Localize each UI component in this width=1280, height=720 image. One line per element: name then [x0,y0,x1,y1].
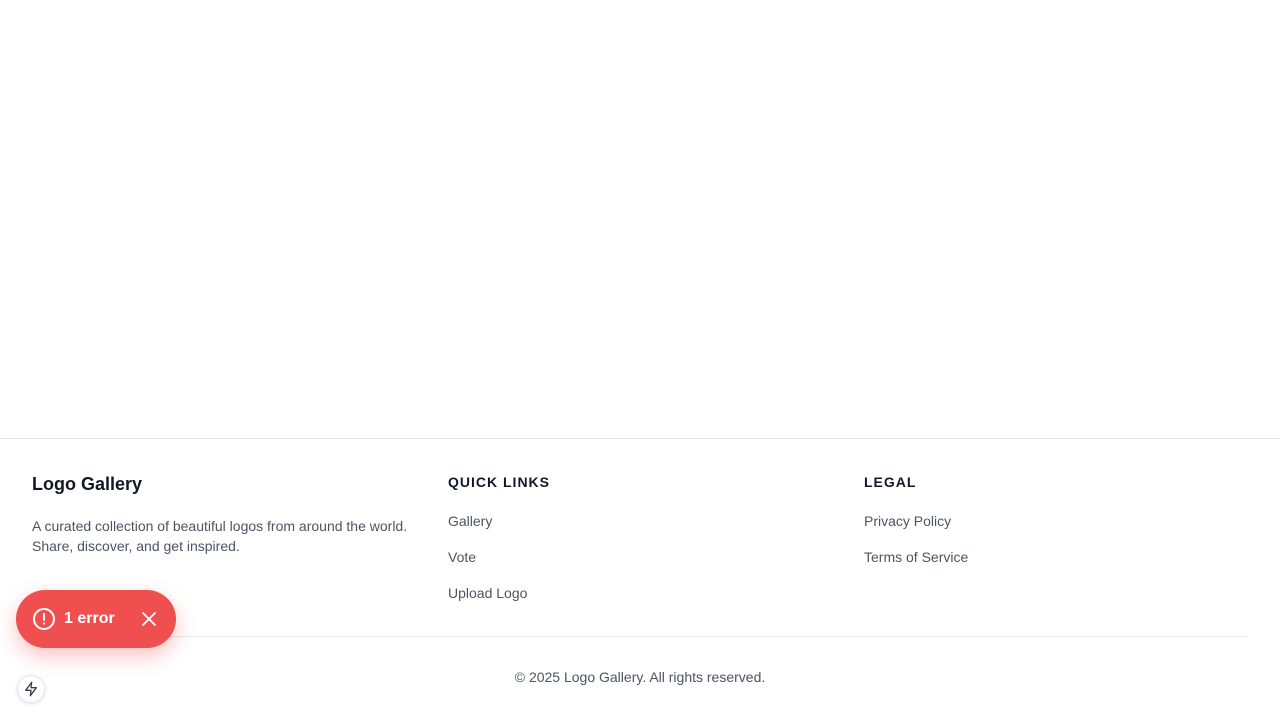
lightning-bolt-icon [23,681,39,697]
legal-links-list: Privacy Policy Terms of Service [864,511,968,583]
page: Logo Gallery A curated collection of bea… [0,0,1280,720]
error-count-label: 1 error [64,610,115,627]
error-indicator-button[interactable]: 1 error [16,590,176,648]
footer-link-privacy-policy[interactable]: Privacy Policy [864,511,951,531]
footer-inner: Logo Gallery A curated collection of bea… [32,439,1248,720]
quick-links-heading: QUICK LINKS [448,474,550,490]
footer-link-upload-logo[interactable]: Upload Logo [448,583,527,603]
legal-heading: LEGAL [864,474,917,490]
close-icon[interactable] [140,610,158,628]
footer-brand-title: Logo Gallery [32,474,143,494]
footer-copyright: © 2025 Logo Gallery. All rights reserved… [514,669,766,685]
footer-link-vote[interactable]: Vote [448,547,476,567]
footer-brand-description: A curated collection of beautiful logos … [32,518,408,554]
alert-circle-icon [32,607,56,631]
site-footer: Logo Gallery A curated collection of bea… [0,438,1280,720]
dev-tools-badge[interactable] [17,675,45,703]
quick-links-list: Gallery Vote Upload Logo [448,511,527,619]
main-content-area [0,0,1280,438]
footer-link-terms-of-service[interactable]: Terms of Service [864,547,968,567]
footer-divider [32,636,1248,637]
footer-link-gallery[interactable]: Gallery [448,511,492,531]
